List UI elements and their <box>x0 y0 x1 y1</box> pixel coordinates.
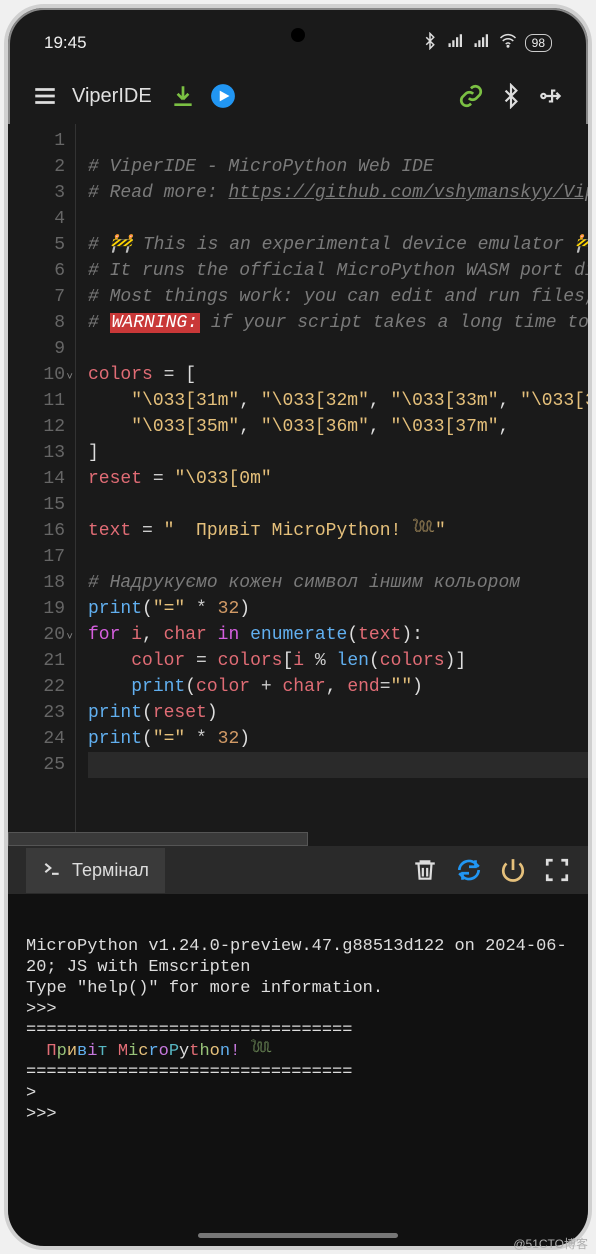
download-icon[interactable] <box>170 83 196 109</box>
line-gutter: 12345678910˅11121314151617181920˅2122232… <box>8 124 76 846</box>
terminal-output[interactable]: MicroPython v1.24.0-preview.47.g88513d12… <box>8 894 588 1246</box>
play-icon[interactable] <box>210 83 236 109</box>
terminal-prompt-icon <box>42 858 62 883</box>
watermark: @51CTO博客 <box>513 1235 588 1252</box>
camera-notch <box>291 28 305 42</box>
wifi-icon <box>499 32 517 55</box>
signal-icon-2 <box>473 32 491 55</box>
power-icon[interactable] <box>500 857 526 883</box>
status-time: 19:45 <box>44 33 87 53</box>
bluetooth-icon <box>421 32 439 55</box>
horizontal-scrollbar[interactable] <box>8 832 308 846</box>
terminal-tab[interactable]: Термінал <box>26 848 165 893</box>
app-title: ViperIDE <box>72 85 152 108</box>
signal-icon-1 <box>447 32 465 55</box>
link-icon[interactable] <box>458 83 484 109</box>
trash-icon[interactable] <box>412 857 438 883</box>
code-editor[interactable]: 12345678910˅11121314151617181920˅2122232… <box>8 124 588 846</box>
bluetooth-button-icon[interactable] <box>498 83 524 109</box>
usb-icon[interactable] <box>538 83 564 109</box>
phone-frame: 19:45 98 ViperIDE <box>4 4 592 1250</box>
app-toolbar: ViperIDE <box>8 68 588 124</box>
code-content[interactable]: # ViperIDE - MicroPython Web IDE# Read m… <box>76 124 588 846</box>
home-indicator[interactable] <box>198 1233 398 1238</box>
status-icons: 98 <box>421 32 552 55</box>
terminal-toolbar: Термінал <box>8 846 588 894</box>
fullscreen-icon[interactable] <box>544 857 570 883</box>
battery-indicator: 98 <box>525 34 552 52</box>
menu-icon[interactable] <box>32 83 58 109</box>
terminal-tab-label: Термінал <box>72 860 149 881</box>
refresh-icon[interactable] <box>456 857 482 883</box>
